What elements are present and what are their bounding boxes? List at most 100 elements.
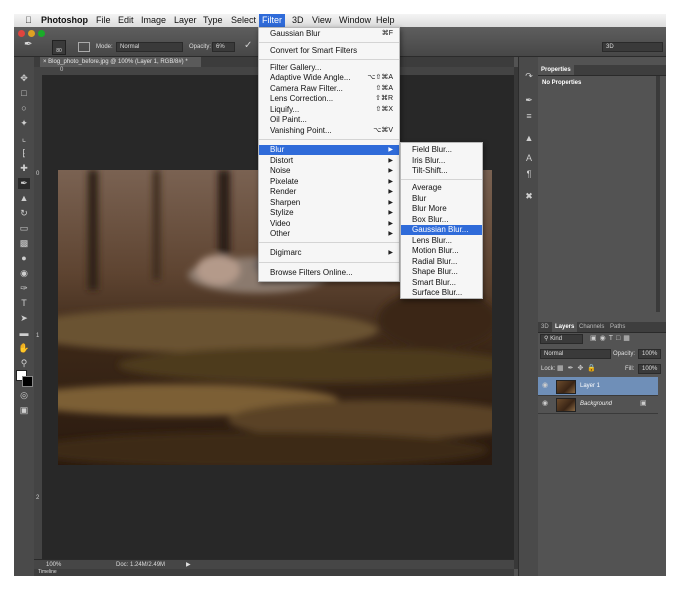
menu-item-oil-paint[interactable]: Oil Paint... xyxy=(259,115,410,125)
opacity-field[interactable]: 6% xyxy=(212,42,235,52)
menu-item-video[interactable]: Video xyxy=(259,219,410,229)
submenu-item-blur-more[interactable]: Blur More xyxy=(401,204,447,214)
paragraph-panel-icon[interactable]: ¶ xyxy=(523,169,535,180)
submenu-item-box-blur[interactable]: Box Blur... xyxy=(401,215,448,225)
submenu-item-field-blur[interactable]: Field Blur... xyxy=(401,145,452,155)
menu-edit[interactable]: Edit xyxy=(115,14,137,27)
hand-tool-icon[interactable]: ✋ xyxy=(18,343,30,354)
blend-mode-select[interactable]: Normal xyxy=(540,349,611,359)
tab-layers[interactable]: Layers xyxy=(552,322,578,332)
pen-tool-icon[interactable]: ✑ xyxy=(18,283,30,294)
visibility-eye-icon[interactable]: ◉ xyxy=(542,395,548,413)
brush-panel-icon[interactable]: ≡ xyxy=(523,111,535,122)
menu-window[interactable]: Window xyxy=(336,14,374,27)
menu-item-blur[interactable]: Blur xyxy=(259,145,399,156)
tab-3d[interactable]: 3D xyxy=(538,322,552,332)
screen-mode-icon[interactable]: ▣ xyxy=(18,405,30,416)
submenu-item-blur[interactable]: Blur xyxy=(401,194,426,204)
tab-paths[interactable]: Paths xyxy=(607,322,628,332)
menu-type[interactable]: Type xyxy=(200,14,226,27)
dodge-tool-icon[interactable]: ◉ xyxy=(18,268,30,279)
close-window-button[interactable] xyxy=(18,30,25,37)
menu-item-noise[interactable]: Noise xyxy=(259,166,410,176)
brush-tool-icon[interactable]: ✒ xyxy=(24,39,32,50)
brush-panel-icon[interactable] xyxy=(78,42,90,52)
clone-stamp-tool-icon[interactable]: ▲ xyxy=(18,193,30,204)
gradient-tool-icon[interactable]: ▩ xyxy=(18,238,30,249)
properties-scrollbar[interactable] xyxy=(656,76,660,312)
brush-tool-icon[interactable]: ✒ xyxy=(18,178,30,189)
menu-select[interactable]: Select xyxy=(228,14,259,27)
menu-app-name[interactable]: Photoshop xyxy=(38,14,91,27)
menu-item-distort[interactable]: Distort xyxy=(259,156,410,166)
marquee-tool-icon[interactable]: □ xyxy=(18,88,30,99)
move-tool-icon[interactable]: ✥ xyxy=(18,73,30,84)
submenu-item-average[interactable]: Average xyxy=(401,183,442,193)
menu-image[interactable]: Image xyxy=(138,14,169,27)
airbrush-icon[interactable]: ✓ xyxy=(244,40,252,51)
menu-item-sharpen[interactable]: Sharpen xyxy=(259,198,410,208)
submenu-item-shape-blur[interactable]: Shape Blur... xyxy=(401,267,458,277)
fill-field[interactable]: 100% xyxy=(638,364,661,374)
menu-item-filter-gallery[interactable]: Filter Gallery... xyxy=(259,63,410,73)
layer-name[interactable]: Background xyxy=(580,395,612,413)
document-tab[interactable]: × Blog_photo_before.jpg @ 100% (Layer 1,… xyxy=(40,57,201,67)
submenu-item-gaussian-blur[interactable]: Gaussian Blur... xyxy=(401,225,482,236)
visibility-eye-icon[interactable]: ◉ xyxy=(542,377,548,395)
submenu-item-tilt-shift[interactable]: Tilt-Shift... xyxy=(401,166,448,176)
submenu-item-smart-blur[interactable]: Smart Blur... xyxy=(401,278,456,288)
layer-row[interactable]: ◉ Layer 1 xyxy=(538,377,658,396)
submenu-item-surface-blur[interactable]: Surface Blur... xyxy=(401,288,462,298)
menu-item-convert-smart-filters[interactable]: Convert for Smart Filters xyxy=(259,46,410,56)
menu-item-stylize[interactable]: Stylize xyxy=(259,208,410,218)
submenu-item-iris-blur[interactable]: Iris Blur... xyxy=(401,156,445,166)
character-panel-icon[interactable]: A xyxy=(523,153,535,164)
lasso-tool-icon[interactable]: ○ xyxy=(18,103,30,114)
mode-select[interactable]: Normal xyxy=(116,42,183,52)
history-panel-icon[interactable]: ↷ xyxy=(523,71,535,82)
menu-item-render[interactable]: Render xyxy=(259,187,410,197)
blur-tool-icon[interactable]: ● xyxy=(18,253,30,264)
submenu-item-lens-blur[interactable]: Lens Blur... xyxy=(401,236,452,246)
workspace-select[interactable]: 3D xyxy=(602,42,663,52)
history-brush-tool-icon[interactable]: ↻ xyxy=(18,208,30,219)
tool-presets-icon[interactable]: ✖ xyxy=(523,191,535,202)
menu-help[interactable]: Help xyxy=(373,14,398,27)
submenu-item-motion-blur[interactable]: Motion Blur... xyxy=(401,246,459,256)
clone-source-icon[interactable]: ▲ xyxy=(523,133,535,144)
layer-name[interactable]: Layer 1 xyxy=(580,377,600,395)
menu-filter[interactable]: Filter xyxy=(259,14,285,27)
apple-icon[interactable]:  xyxy=(22,14,35,27)
quick-select-tool-icon[interactable]: ✦ xyxy=(18,118,30,129)
tab-properties[interactable]: Properties xyxy=(538,65,574,75)
layer-filter-icons[interactable]: ▣◉T□▦ xyxy=(590,334,633,342)
menu-view[interactable]: View xyxy=(309,14,334,27)
zoom-tool-icon[interactable]: ⚲ xyxy=(18,358,30,369)
zoom-window-button[interactable] xyxy=(38,30,45,37)
lock-icons[interactable]: ▦✒✥🔒 xyxy=(557,364,600,372)
brush-preset-picker[interactable]: 80 xyxy=(52,40,66,55)
eyedropper-tool-icon[interactable]: ⁅ xyxy=(18,148,30,159)
quick-mask-icon[interactable]: ◎ xyxy=(18,390,30,401)
menu-layer[interactable]: Layer xyxy=(171,14,200,27)
background-color-swatch[interactable] xyxy=(22,376,33,387)
menu-file[interactable]: File xyxy=(93,14,114,27)
timeline-panel[interactable]: Timeline xyxy=(34,569,514,576)
crop-tool-icon[interactable]: ⌞ xyxy=(18,133,30,144)
brush-presets-icon[interactable]: ✒ xyxy=(523,95,535,106)
menu-item-other[interactable]: Other xyxy=(259,229,410,239)
rectangle-tool-icon[interactable]: ▬ xyxy=(18,328,30,339)
tab-channels[interactable]: Channels xyxy=(576,322,607,332)
layer-opacity-field[interactable]: 100% xyxy=(638,349,661,359)
eraser-tool-icon[interactable]: ▭ xyxy=(18,223,30,234)
layer-filter-kind[interactable]: ⚲ Kind xyxy=(540,334,583,344)
menu-3d[interactable]: 3D xyxy=(289,14,307,27)
layer-row[interactable]: ◉ Background ▣ xyxy=(538,395,658,414)
minimize-window-button[interactable] xyxy=(28,30,35,37)
menu-item-pixelate[interactable]: Pixelate xyxy=(259,177,410,187)
menu-item-digimarc[interactable]: Digimarc xyxy=(259,248,410,258)
path-selection-tool-icon[interactable]: ➤ xyxy=(18,313,30,324)
type-tool-icon[interactable]: T xyxy=(18,298,30,309)
healing-brush-tool-icon[interactable]: ✚ xyxy=(18,163,30,174)
menu-item-browse-filters-online[interactable]: Browse Filters Online... xyxy=(259,268,410,278)
